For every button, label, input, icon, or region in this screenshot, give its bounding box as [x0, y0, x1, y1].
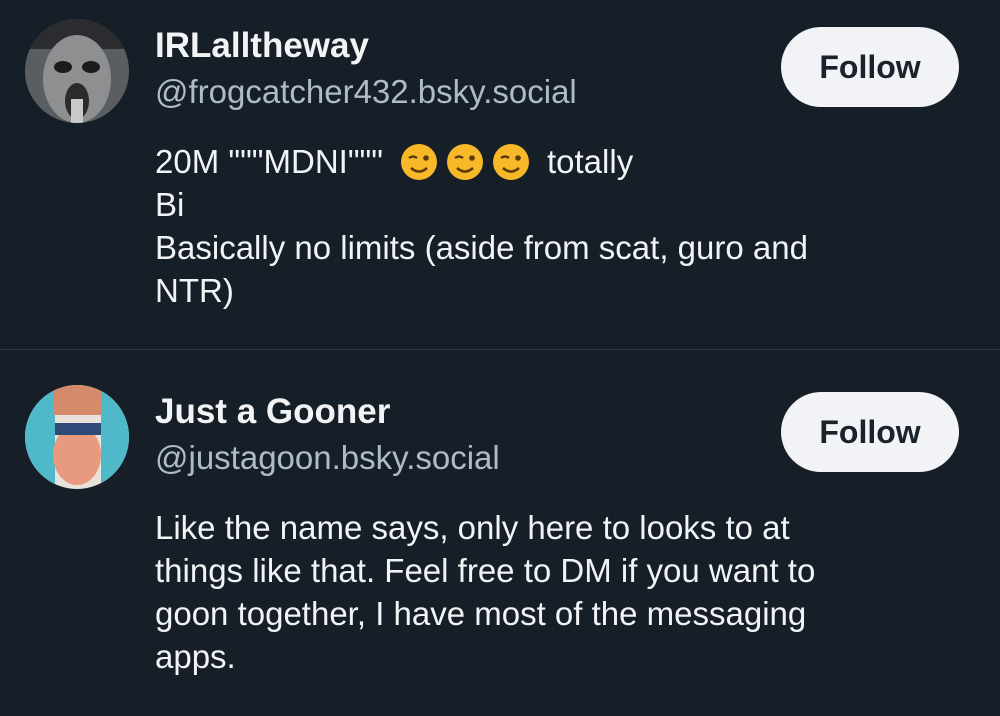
- profile-card[interactable]: IRLalltheway @frogcatcher432.bsky.social…: [0, 0, 1000, 350]
- profile-card[interactable]: Just a Gooner @justagoon.bsky.social Fol…: [0, 350, 1000, 716]
- display-name[interactable]: Just a Gooner: [155, 392, 390, 432]
- bio-line: Like the name says, only here to looks t…: [155, 509, 790, 546]
- handle[interactable]: @frogcatcher432.bsky.social: [155, 73, 577, 111]
- bio-line: Basically no limits (aside from scat, gu…: [155, 229, 808, 266]
- bio-line: Bi: [155, 186, 185, 223]
- avatar[interactable]: [25, 19, 129, 123]
- profile-bio: 20M """MDNI""" totally Bi Basically no l…: [155, 140, 955, 312]
- bio-line: things like that. Feel free to DM if you…: [155, 552, 816, 589]
- winking-face-icon: [399, 142, 531, 182]
- follow-button[interactable]: Follow: [781, 27, 959, 107]
- profile-bio: Like the name says, only here to looks t…: [155, 506, 955, 678]
- bio-line: apps.: [155, 638, 236, 675]
- bio-text: 20M """MDNI""": [155, 143, 383, 180]
- bio-text: totally: [546, 143, 634, 180]
- avatar-image: [25, 19, 129, 123]
- follow-button[interactable]: Follow: [781, 392, 959, 472]
- display-name[interactable]: IRLalltheway: [155, 26, 369, 66]
- search-results-list: IRLalltheway @frogcatcher432.bsky.social…: [0, 0, 1000, 716]
- bio-line: goon together, I have most of the messag…: [155, 595, 807, 632]
- bio-line: 20M """MDNI""" totally: [155, 140, 955, 183]
- avatar[interactable]: [25, 385, 129, 489]
- bio-line: NTR): [155, 272, 234, 309]
- avatar-image: [25, 385, 129, 489]
- handle[interactable]: @justagoon.bsky.social: [155, 439, 500, 477]
